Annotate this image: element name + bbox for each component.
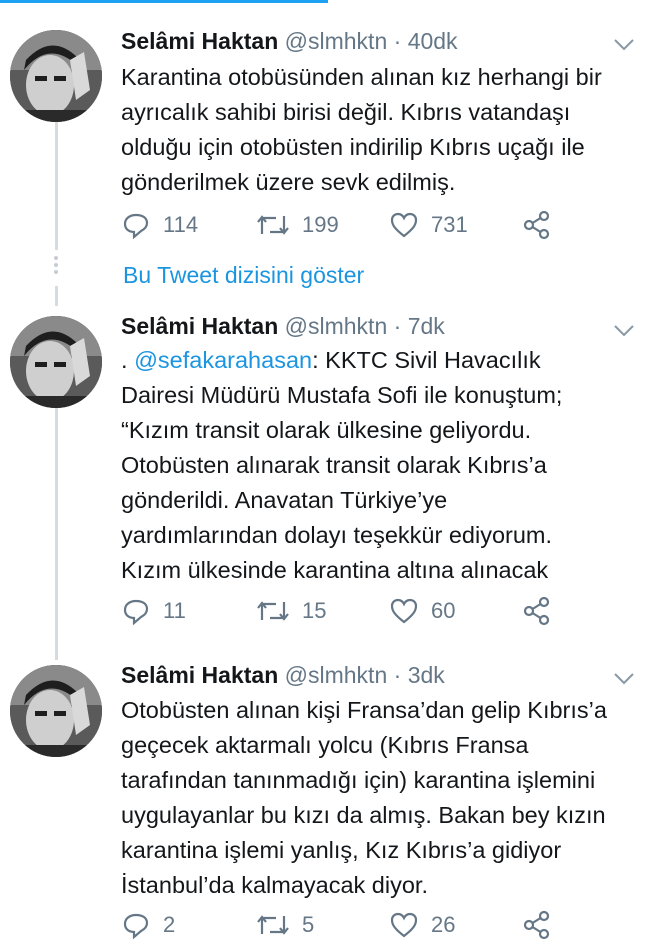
reply-count: 2 bbox=[163, 912, 176, 937]
reply-count: 114 bbox=[163, 212, 199, 237]
tweet-time[interactable]: 7dk bbox=[408, 313, 445, 339]
like-button[interactable]: 60 bbox=[389, 596, 455, 626]
share-button[interactable] bbox=[523, 596, 551, 626]
author-name[interactable]: Selâmi Haktan bbox=[121, 28, 278, 54]
tweet-line: Kızım ülkesinde karantina altına alınaca… bbox=[121, 557, 549, 583]
tweet-line: olduğu için otobüsten indirilip Kıbrıs u… bbox=[121, 134, 585, 160]
thread-line bbox=[55, 122, 58, 250]
like-icon bbox=[390, 212, 418, 238]
retweet-button[interactable]: 199 bbox=[256, 210, 339, 240]
show-thread-link[interactable]: Bu Tweet dizisini göster bbox=[123, 262, 364, 289]
tweet-actions: 114 199 731 bbox=[121, 210, 561, 240]
tweet-header: Selâmi Haktan @slmhktn · 7dk bbox=[121, 313, 445, 340]
avatar[interactable] bbox=[10, 30, 102, 122]
tweet-text: . @sefakarahasan: KKTC Sivil Havacılık D… bbox=[121, 343, 651, 588]
retweet-count: 199 bbox=[302, 212, 339, 237]
retweet-icon bbox=[257, 601, 289, 621]
tweet-line: geçecek aktarmalı yolcu (Kıbrıs Fransa bbox=[121, 732, 529, 758]
mention-link[interactable]: @sefakarahasan bbox=[134, 347, 312, 373]
tweet-line: Karantina otobüsünden alınan kız herhang… bbox=[121, 64, 602, 90]
tweet-header: Selâmi Haktan @slmhktn · 3dk bbox=[121, 662, 445, 689]
tweet-line: yardımlarından dolayı teşekkür ediyorum. bbox=[121, 522, 553, 548]
tweet-line-rest: : KKTC Sivil Havacılık bbox=[312, 347, 541, 373]
reply-button[interactable]: 11 bbox=[121, 596, 186, 626]
tweet-line: gönderilmek üzere sevk edilmiş. bbox=[121, 169, 456, 195]
thread-dots bbox=[54, 256, 59, 277]
tweet-text: Otobüsten alınan kişi Fransa’dan gelip K… bbox=[121, 693, 651, 903]
author-handle[interactable]: @slmhktn bbox=[285, 662, 388, 688]
author-handle[interactable]: @slmhktn bbox=[285, 313, 388, 339]
chevron-down-icon[interactable] bbox=[612, 666, 636, 690]
chevron-down-icon[interactable] bbox=[612, 318, 636, 342]
tweet-header: Selâmi Haktan @slmhktn · 40dk bbox=[121, 28, 458, 55]
tweet-time[interactable]: 3dk bbox=[408, 662, 445, 688]
tweet-line: “Kızım transit olarak ülkesine geliyordu… bbox=[121, 417, 532, 443]
like-count: 60 bbox=[431, 598, 456, 623]
avatar[interactable] bbox=[10, 665, 102, 757]
tweet-line: İstanbul’da kalmayacak diyor. bbox=[121, 872, 428, 898]
tweet-line: . @sefakarahasan: KKTC Sivil Havacılık bbox=[121, 343, 651, 378]
tweet-actions: 11 15 60 bbox=[121, 596, 561, 626]
tweet-line: Otobüsten alınarak transit olarak Kıbrıs… bbox=[121, 452, 547, 478]
reply-button[interactable]: 114 bbox=[121, 210, 198, 240]
separator: · bbox=[393, 313, 402, 339]
chevron-down-icon[interactable] bbox=[612, 32, 636, 56]
like-button[interactable]: 731 bbox=[389, 210, 468, 240]
share-icon bbox=[523, 596, 550, 626]
share-icon bbox=[523, 210, 550, 240]
tweet-line: Dairesi Müdürü Mustafa Sofi ile konuştum… bbox=[121, 382, 563, 408]
author-name[interactable]: Selâmi Haktan bbox=[121, 313, 278, 339]
tweet-line: ayrıcalık sahibi birisi değil. Kıbrıs va… bbox=[121, 99, 571, 125]
like-icon bbox=[390, 598, 418, 624]
tweet-prefix: . bbox=[121, 347, 135, 373]
active-tab-indicator bbox=[0, 0, 328, 3]
like-count: 731 bbox=[431, 212, 468, 237]
reply-count: 11 bbox=[163, 598, 186, 623]
share-button[interactable] bbox=[523, 210, 551, 240]
separator: · bbox=[393, 662, 402, 688]
tweet-text: Karantina otobüsünden alınan kız herhang… bbox=[121, 60, 651, 200]
avatar[interactable] bbox=[10, 316, 102, 408]
retweet-button[interactable]: 15 bbox=[256, 596, 326, 626]
like-count: 26 bbox=[431, 912, 456, 937]
author-name[interactable]: Selâmi Haktan bbox=[121, 662, 278, 688]
retweet-icon bbox=[257, 215, 289, 235]
tweet-line: karantina işlemi yanlış, Kız Kıbrıs’a gi… bbox=[121, 837, 562, 863]
retweet-count: 15 bbox=[302, 598, 327, 623]
tweet-line: tarafından tanınmadığı için) karantina i… bbox=[121, 767, 596, 793]
tweet-line: Otobüsten alınan kişi Fransa’dan gelip K… bbox=[121, 697, 607, 723]
reply-icon bbox=[123, 599, 149, 626]
tweet-line: uygulayanlar bu kızı da almış. Bakan bey… bbox=[121, 802, 606, 828]
tweet-time[interactable]: 40dk bbox=[408, 28, 458, 54]
thread-line bbox=[55, 408, 58, 660]
tweet-line: gönderildi. Anavatan Türkiye’ye bbox=[121, 487, 448, 513]
retweet-count: 5 bbox=[302, 912, 315, 937]
reply-icon bbox=[123, 213, 149, 240]
separator: · bbox=[393, 28, 402, 54]
thread-line bbox=[55, 286, 58, 306]
author-handle[interactable]: @slmhktn bbox=[285, 28, 388, 54]
